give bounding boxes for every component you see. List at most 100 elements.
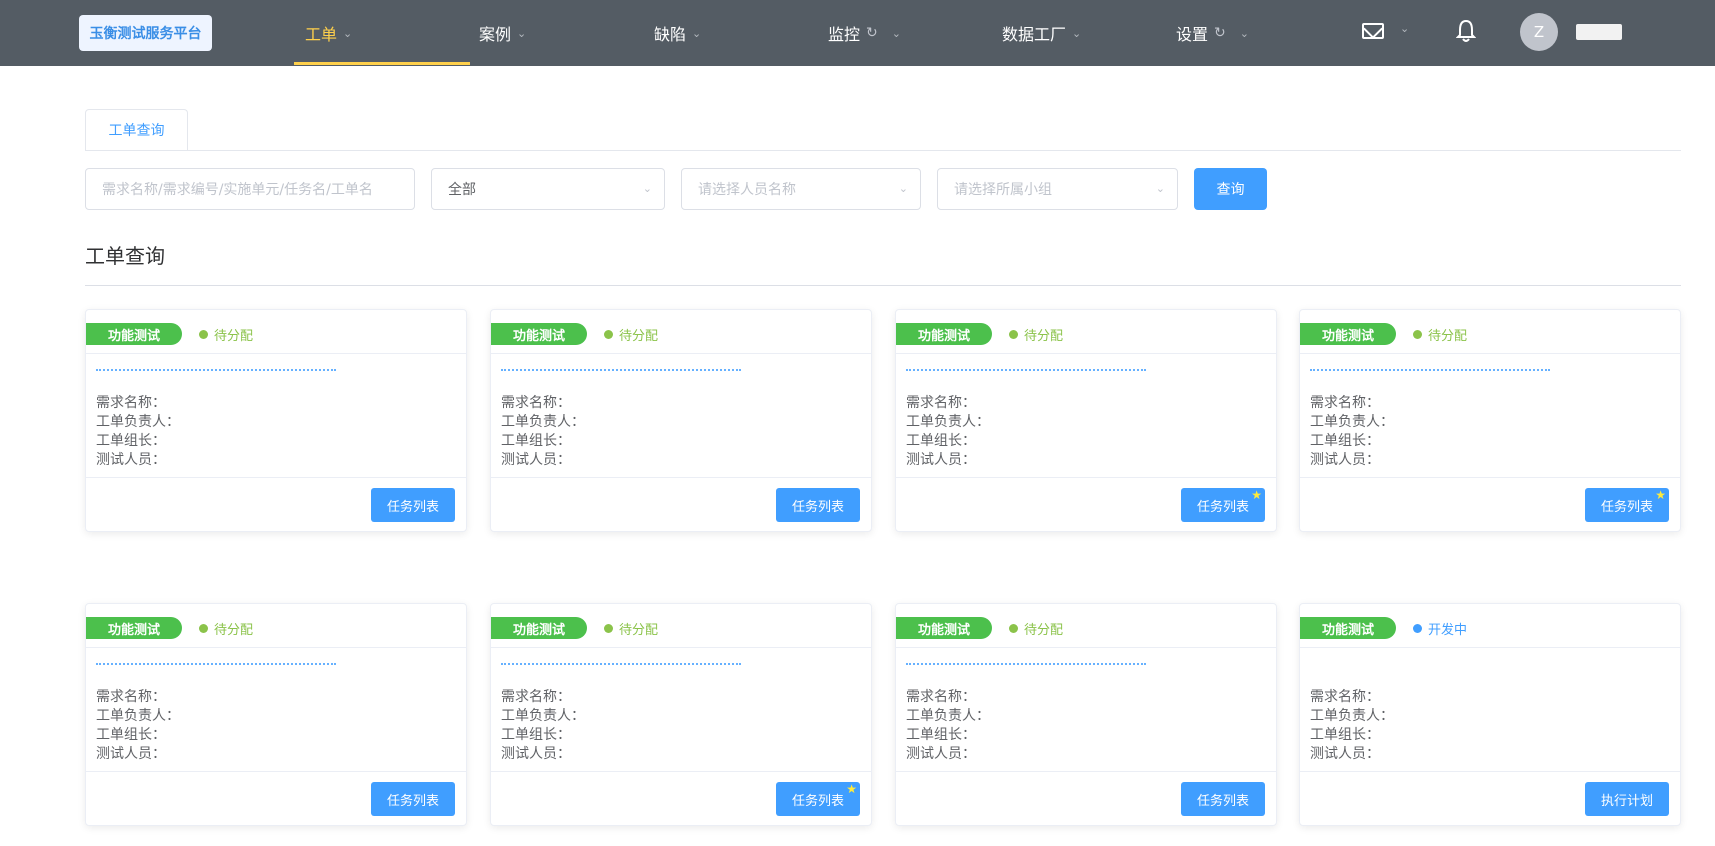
test-type-tag: 功能测试 [86,323,182,345]
status-text: 开发中 [1428,623,1468,638]
card-header: 功能测试 待分配 [896,310,1276,354]
status-dot-icon [199,624,208,633]
workorder-title-link-redacted[interactable] [96,369,336,372]
nav-item-settings[interactable]: 设置 ↻ ⌄ [1176,0,1249,66]
nav-item-defect[interactable]: 缺陷 ⌄ [654,0,701,66]
card-header: 功能测试 待分配 [86,310,466,354]
workorder-card[interactable]: 功能测试 开发中 需求名称： 工单负责人： 工单组长： 测试人员： 执行计划 [1299,603,1681,826]
refresh-icon: ↻ [1214,25,1226,41]
leader-label: 工单组长： [1310,727,1380,743]
star-icon: ★ [1251,488,1262,502]
owner-label: 工单负责人： [906,414,990,430]
status-text: 待分配 [619,329,659,344]
owner-label: 工单负责人： [501,414,585,430]
leader-label: 工单组长： [906,727,976,743]
status-dot-icon [199,330,208,339]
card-divider [1300,771,1680,772]
workorder-card[interactable]: 功能测试 待分配 需求名称： 工单负责人： 工单组长： 测试人员： 任务列表 [85,603,467,826]
task-list-button[interactable]: 执行计划 [1585,782,1669,816]
card-divider [491,771,871,772]
workorder-title-link-redacted[interactable] [906,663,1146,666]
status-select[interactable]: 全部 ⌄ [431,168,665,210]
tab-workorder-query[interactable]: 工单查询 [85,109,188,151]
test-type-tag: 功能测试 [491,617,587,639]
leader-label: 工单组长： [501,727,571,743]
status-dot-icon [1413,624,1422,633]
nav-label: 案例 [479,25,512,44]
section-divider [85,285,1681,286]
task-button-label: 任务列表 [386,793,439,809]
nav-item-workorder[interactable]: 工单 ⌄ [305,0,352,66]
avatar-initial: Z [1533,23,1545,41]
star-icon: ★ [1655,488,1666,502]
chevron-down-icon: ⌄ [1072,26,1082,40]
workorder-card[interactable]: 功能测试 待分配 需求名称： 工单负责人： 工单组长： 测试人员： 任务列表 [490,309,872,532]
chevron-down-icon: ⌄ [692,26,702,40]
task-button-label: 任务列表 [1196,499,1249,515]
card-header: 功能测试 待分配 [491,310,871,354]
workorder-card[interactable]: 功能测试 待分配 需求名称： 工单负责人： 工单组长： 测试人员： 任务列表 ★ [490,603,872,826]
bell-icon[interactable] [1456,19,1476,43]
search-placeholder: 需求名称/需求编号/实施单元/任务名/工单名 [102,182,373,198]
task-list-button[interactable]: 任务列表 [371,782,455,816]
workorder-card[interactable]: 功能测试 待分配 需求名称： 工单负责人： 工单组长： 测试人员： 任务列表 ★ [1299,309,1681,532]
top-navbar: 玉衡测试服务平台 工单 ⌄ 案例 ⌄ 缺陷 ⌄ 监控 ↻ ⌄ 数据工厂 ⌄ 设置… [0,0,1715,66]
person-select[interactable]: 请选择人员名称 ⌄ [681,168,921,210]
task-list-button[interactable]: 任务列表 ★ [776,782,860,816]
task-list-button[interactable]: 任务列表 ★ [1585,488,1669,522]
workorder-title-link-redacted[interactable] [501,663,741,666]
req-name-label: 需求名称： [501,395,571,411]
mail-icon[interactable] [1362,23,1384,39]
workorder-card[interactable]: 功能测试 待分配 需求名称： 工单负责人： 工单组长： 测试人员： 任务列表 [895,603,1277,826]
chevron-down-icon: ⌄ [1155,182,1165,195]
workorder-card[interactable]: 功能测试 待分配 需求名称： 工单负责人： 工单组长： 测试人员： 任务列表 ★ [895,309,1277,532]
nav-item-monitor[interactable]: 监控 ↻ ⌄ [828,0,901,66]
workorder-card[interactable]: 功能测试 待分配 需求名称： 工单负责人： 工单组长： 测试人员： 任务列表 [85,309,467,532]
status-badge: 待分配 [604,619,658,638]
status-badge: 待分配 [199,325,253,344]
testers-label: 测试人员： [906,746,976,762]
chevron-down-icon: ⌄ [1239,26,1249,40]
chevron-down-icon: ⌄ [343,26,353,40]
nav-item-case[interactable]: 案例 ⌄ [479,0,526,66]
card-divider [86,771,466,772]
nav-label: 监控 [828,25,861,44]
workorder-title-link-redacted[interactable] [1310,369,1550,372]
tab-divider [85,150,1681,151]
task-list-button[interactable]: 任务列表 ★ [1181,488,1265,522]
card-divider [86,477,466,478]
task-button-label: 任务列表 [1600,499,1653,515]
chevron-down-icon: ⌄ [891,26,901,40]
req-name-label: 需求名称： [1310,395,1380,411]
card-header: 功能测试 待分配 [491,604,871,648]
chevron-down-icon: ⌄ [642,182,652,195]
task-list-button[interactable]: 任务列表 [776,488,860,522]
owner-label: 工单负责人： [501,708,585,724]
chevron-down-icon[interactable]: ⌄ [1400,22,1409,35]
testers-label: 测试人员： [96,452,166,468]
test-type-tag: 功能测试 [86,617,182,639]
nav-item-data-factory[interactable]: 数据工厂 ⌄ [1002,0,1081,66]
task-button-label: 任务列表 [1196,793,1249,809]
leader-label: 工单组长： [906,433,976,449]
username-redacted[interactable] [1576,24,1622,40]
group-select[interactable]: 请选择所属小组 ⌄ [937,168,1178,210]
workorder-title-link-redacted[interactable] [501,369,741,372]
status-badge: 开发中 [1413,619,1467,638]
status-badge: 待分配 [604,325,658,344]
app-logo[interactable]: 玉衡测试服务平台 [79,15,212,51]
task-list-button[interactable]: 任务列表 [371,488,455,522]
status-badge: 待分配 [1009,325,1063,344]
leader-label: 工单组长： [501,433,571,449]
test-type-tag: 功能测试 [1300,323,1396,345]
avatar[interactable]: Z [1520,13,1558,51]
workorder-title-link-redacted[interactable] [906,369,1146,372]
search-input[interactable]: 需求名称/需求编号/实施单元/任务名/工单名 [85,168,415,210]
workorder-title-link-redacted[interactable] [96,663,336,666]
test-type-tag: 功能测试 [491,323,587,345]
task-button-label: 执行计划 [1600,793,1653,809]
refresh-icon: ↻ [866,25,878,41]
query-button[interactable]: 查询 [1194,168,1267,210]
task-list-button[interactable]: 任务列表 [1181,782,1265,816]
nav-label: 设置 [1176,25,1209,44]
